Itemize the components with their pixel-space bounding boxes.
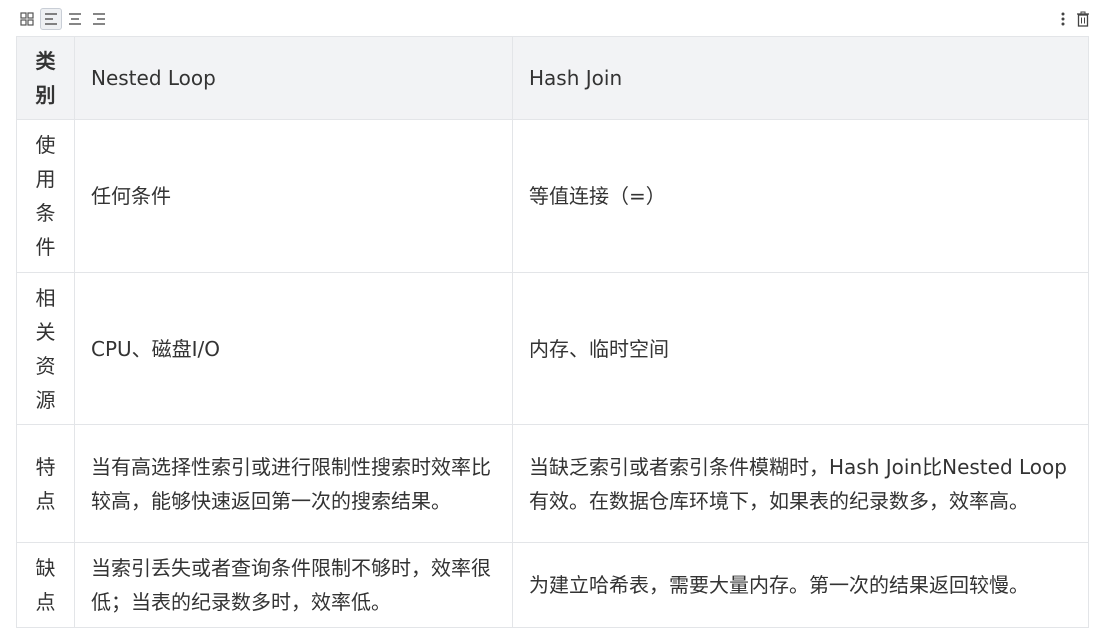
align-center-icon: [69, 13, 81, 25]
cell-text: 当有高选择性索引或进行限制性搜索时效率比较高，能够快速返回第一次的搜索结果。: [91, 454, 491, 513]
table-cell-category[interactable]: 缺点: [16, 542, 75, 628]
row-category-label: 特点: [35, 454, 56, 513]
table-row: 缺点 当索引丢失或者查询条件限制不够时，效率很低；当表的纪录数多时，效率低。 为…: [16, 542, 1089, 628]
row-category-label: 相关资源: [35, 285, 56, 412]
row-category-label: 使用条件: [35, 133, 56, 259]
grid-layout-button[interactable]: [16, 8, 38, 30]
table-row: 使用条件 任何条件 等值连接（=）: [16, 119, 1089, 273]
table-cell-nested-loop[interactable]: CPU、磁盘I/O: [74, 272, 513, 425]
cell-text: 为建立哈希表，需要大量内存。第一次的结果返回较慢。: [529, 573, 1029, 597]
table-cell-category[interactable]: 使用条件: [16, 119, 75, 273]
table-cell-nested-loop[interactable]: 任何条件: [74, 119, 513, 273]
align-left-icon: [45, 13, 57, 25]
header-nested-loop-label: Nested Loop: [91, 66, 216, 90]
comparison-table: 类别 Nested Loop Hash Join 使用条件 任何条件 等值连接（…: [16, 36, 1089, 628]
table-cell-nested-loop[interactable]: 当索引丢失或者查询条件限制不够时，效率很低；当表的纪录数多时，效率低。: [74, 542, 513, 628]
row-category-label: 缺点: [35, 556, 56, 614]
align-center-button[interactable]: [64, 8, 86, 30]
table-cell-category[interactable]: 特点: [16, 424, 75, 543]
table-cell-hash-join[interactable]: 为建立哈希表，需要大量内存。第一次的结果返回较慢。: [512, 542, 1089, 628]
cell-text: 当缺乏索引或者索引条件模糊时，Hash Join比Nested Loop有效。在…: [529, 454, 1067, 513]
table-row: 相关资源 CPU、磁盘I/O 内存、临时空间: [16, 272, 1089, 425]
header-hash-join-label: Hash Join: [529, 66, 623, 90]
table-cell-hash-join[interactable]: 等值连接（=）: [512, 119, 1089, 273]
header-cell-hash-join[interactable]: Hash Join: [512, 36, 1089, 120]
grid-icon: [20, 12, 34, 26]
trash-icon: [1077, 11, 1089, 27]
cell-text: 内存、临时空间: [529, 336, 669, 361]
cell-text: CPU、磁盘I/O: [91, 336, 221, 361]
table-cell-category[interactable]: 相关资源: [16, 272, 75, 425]
align-right-button[interactable]: [88, 8, 110, 30]
table-header-row: 类别 Nested Loop Hash Join: [16, 36, 1089, 120]
header-cell-category[interactable]: 类别: [16, 36, 75, 120]
table-toolbar: [16, 5, 1094, 33]
cell-text: 等值连接（=）: [529, 184, 666, 208]
table-row: 特点 当有高选择性索引或进行限制性搜索时效率比较高，能够快速返回第一次的搜索结果…: [16, 424, 1089, 543]
table-cell-hash-join[interactable]: 内存、临时空间: [512, 272, 1089, 425]
cell-text: 当索引丢失或者查询条件限制不够时，效率很低；当表的纪录数多时，效率低。: [91, 556, 491, 614]
table-cell-hash-join[interactable]: 当缺乏索引或者索引条件模糊时，Hash Join比Nested Loop有效。在…: [512, 424, 1089, 543]
header-category-label: 类别: [35, 49, 56, 107]
more-vertical-icon: [1061, 12, 1065, 26]
align-left-button[interactable]: [40, 8, 62, 30]
header-cell-nested-loop[interactable]: Nested Loop: [74, 36, 513, 120]
table-cell-nested-loop[interactable]: 当有高选择性索引或进行限制性搜索时效率比较高，能够快速返回第一次的搜索结果。: [74, 424, 513, 543]
delete-table-button[interactable]: [1072, 8, 1094, 30]
cell-text: 任何条件: [91, 184, 171, 208]
align-right-icon: [93, 13, 105, 25]
more-options-button[interactable]: [1052, 8, 1074, 30]
